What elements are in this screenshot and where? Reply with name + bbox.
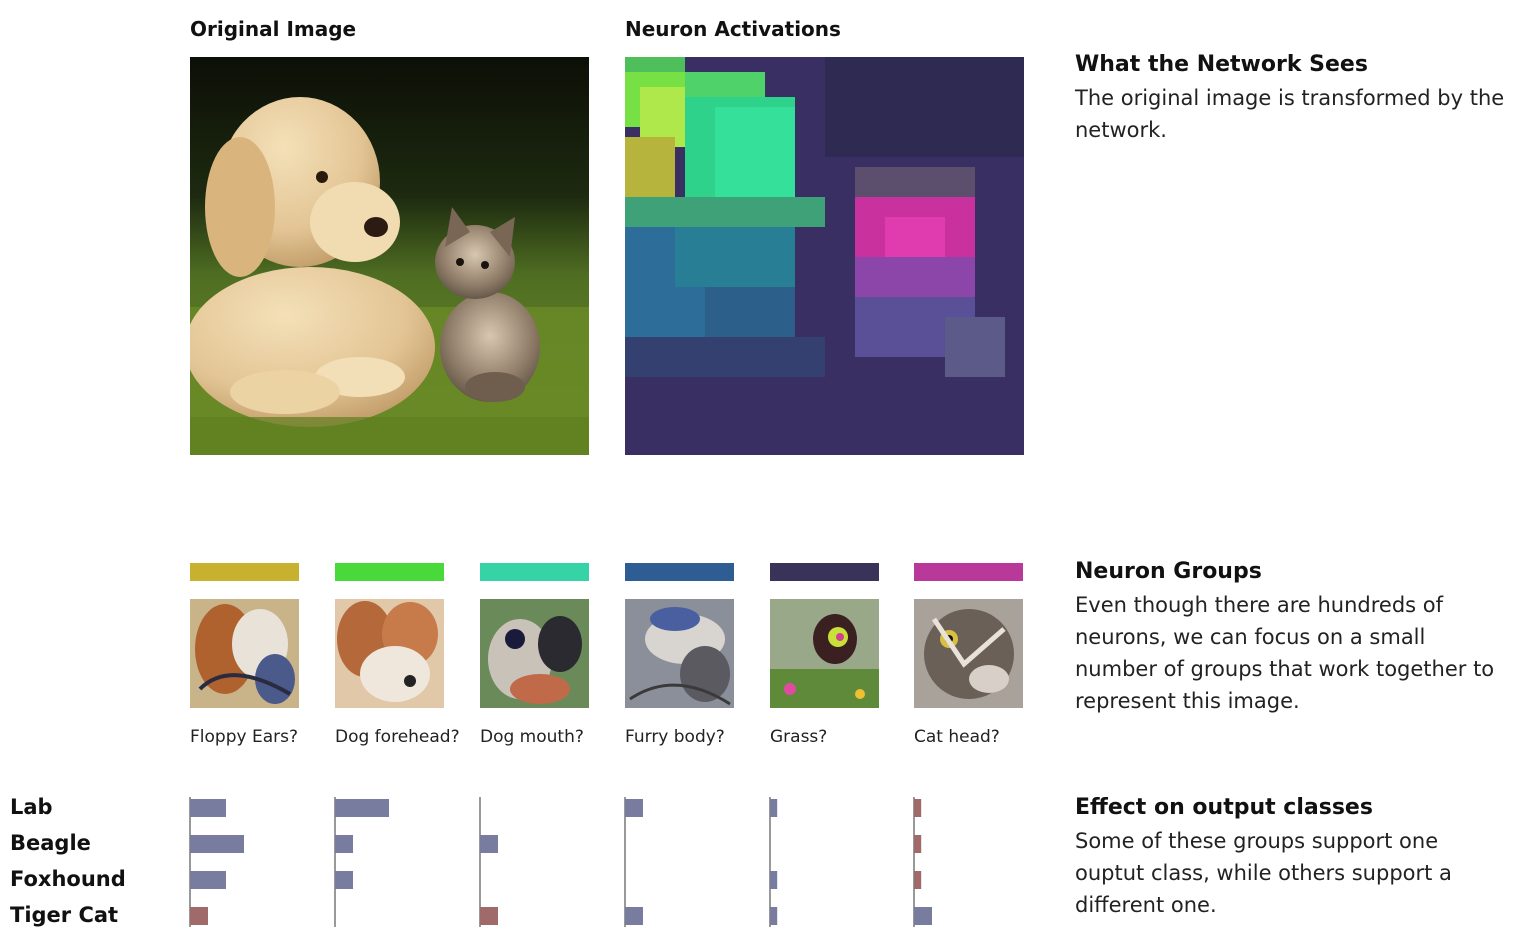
effect-bar-1-tiger-cat — [190, 907, 208, 925]
effect-bar-2-lab — [335, 799, 389, 817]
effect-bar-5-lab — [770, 799, 778, 817]
effect-text: Some of these groups support one ouptut … — [1075, 829, 1452, 917]
effect-bar-1-foxhound — [190, 871, 226, 889]
effect-bar-1-beagle — [190, 835, 244, 853]
effect-bar-2-foxhound — [335, 871, 353, 889]
effect-bar-6-lab — [914, 799, 922, 817]
effect-bar-6-tiger-cat — [914, 907, 932, 925]
effect-bar-2-beagle — [335, 835, 353, 853]
effect-bar-6-foxhound — [914, 871, 922, 889]
effect-bar-1-lab — [190, 799, 226, 817]
effect-bar-3-beagle — [480, 835, 498, 853]
effect-bar-3-tiger-cat — [480, 907, 498, 925]
effect-bar-5-foxhound — [770, 871, 778, 889]
effect-bar-4-tiger-cat — [625, 907, 643, 925]
effect-bar-4-lab — [625, 799, 643, 817]
effect-bar-6-beagle — [914, 835, 922, 853]
effect-bar-5-tiger-cat — [770, 907, 778, 925]
effect-title: Effect on output classes — [1075, 795, 1373, 820]
